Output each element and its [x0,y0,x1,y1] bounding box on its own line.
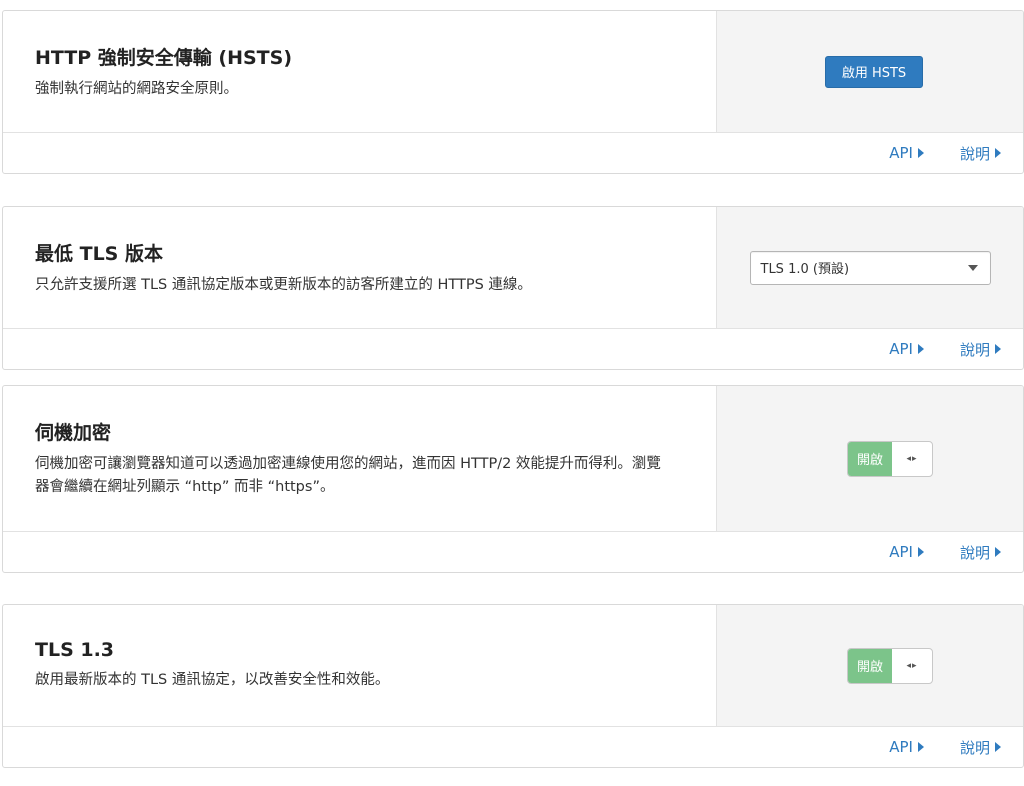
opportunistic-encryption-help-link[interactable]: 說明 [960,542,1001,563]
tls13-description: 啟用最新版本的 TLS 通訊協定，以改善安全性和效能。 [35,672,390,688]
tls13-help-label: 說明 [959,738,990,757]
enable-hsts-button[interactable]: 啟用 HSTS [824,55,924,88]
min-tls-description: 只允許支援所選 TLS 通訊協定版本或更新版本的訪客所建立的 HTTPS 連線。 [35,276,532,293]
opportunistic-encryption-description: 伺機加密可讓瀏覽器知道可以透過加密連線使用您的網站，進而因 HTTP/2 效能提… [35,456,661,495]
hsts-title: HTTP 強制安全傳輸 (HSTS) [35,46,293,69]
tls13-card-body: TLS 1.3 啟用最新版本的 TLS 通訊協定，以改善安全性和效能。 開啟 ◂… [3,605,1023,727]
min-tls-footer: API 說明 [3,329,1023,369]
toggle-on-label: 開啟 [848,441,892,476]
min-tls-version-value: TLS 1.0 (預設) [760,262,850,277]
hsts-card-main: HTTP 強制安全傳輸 (HSTS) 強制執行網站的網路安全原則。 [3,11,716,132]
opportunistic-encryption-toggle[interactable]: 開啟 ◂▸ [847,440,933,477]
caret-right-icon [995,547,1001,557]
min-tls-api-link[interactable]: API [889,340,924,358]
caret-right-icon [917,148,924,158]
chevron-down-icon [967,264,978,271]
min-tls-card-main: 最低 TLS 版本 只允許支援所選 TLS 通訊協定版本或更新版本的訪客所建立的… [3,207,716,328]
caret-right-icon [995,742,1001,752]
hsts-api-label: API [889,144,913,162]
min-tls-version-select[interactable]: TLS 1.0 (預設) [749,250,991,285]
hsts-footer: API 說明 [3,133,1023,173]
opportunistic-encryption-card-body: 伺機加密 伺機加密可讓瀏覽器知道可以透過加密連線使用您的網站，進而因 HTTP/… [3,386,1023,532]
opportunistic-encryption-card-main: 伺機加密 伺機加密可讓瀏覽器知道可以透過加密連線使用您的網站，進而因 HTTP/… [3,386,716,531]
min-tls-control-panel: TLS 1.0 (預設) [716,207,1023,328]
toggle-handle-icon[interactable]: ◂▸ [892,442,932,476]
min-tls-help-label: 說明 [959,340,990,359]
caret-right-icon [995,344,1001,354]
tls13-api-link[interactable]: API [889,738,924,756]
hsts-card-body: HTTP 強制安全傳輸 (HSTS) 強制執行網站的網路安全原則。 啟用 HST… [3,11,1023,133]
tls13-card: TLS 1.3 啟用最新版本的 TLS 通訊協定，以改善安全性和效能。 開啟 ◂… [2,604,1024,768]
opportunistic-encryption-help-label: 說明 [959,543,990,562]
min-tls-title: 最低 TLS 版本 [35,242,163,265]
min-tls-card: 最低 TLS 版本 只允許支援所選 TLS 通訊協定版本或更新版本的訪客所建立的… [2,206,1024,370]
opportunistic-encryption-api-label: API [889,543,913,561]
opportunistic-encryption-control-panel: 開啟 ◂▸ [716,386,1023,531]
hsts-help-label: 說明 [959,144,990,163]
hsts-card: HTTP 強制安全傳輸 (HSTS) 強制執行網站的網路安全原則。 啟用 HST… [2,10,1024,174]
toggle-handle-icon[interactable]: ◂▸ [892,649,932,683]
opportunistic-encryption-title: 伺機加密 [35,422,112,444]
tls13-control-panel: 開啟 ◂▸ [716,605,1023,726]
tls13-footer: API 說明 [3,727,1023,767]
tls13-api-label: API [889,738,913,756]
min-tls-help-link[interactable]: 說明 [960,339,1001,360]
caret-right-icon [917,344,924,354]
opportunistic-encryption-card: 伺機加密 伺機加密可讓瀏覽器知道可以透過加密連線使用您的網站，進而因 HTTP/… [2,385,1024,573]
min-tls-api-label: API [889,340,913,358]
toggle-on-label: 開啟 [848,648,892,683]
hsts-api-link[interactable]: API [889,144,924,162]
tls13-toggle[interactable]: 開啟 ◂▸ [847,647,933,684]
tls13-help-link[interactable]: 說明 [960,737,1001,758]
tls13-card-main: TLS 1.3 啟用最新版本的 TLS 通訊協定，以改善安全性和效能。 [3,605,716,726]
caret-right-icon [917,547,924,557]
hsts-description: 強制執行網站的網路安全原則。 [35,80,238,97]
caret-right-icon [917,742,924,752]
hsts-control-panel: 啟用 HSTS [716,11,1023,132]
opportunistic-encryption-api-link[interactable]: API [889,543,924,561]
opportunistic-encryption-footer: API 說明 [3,532,1023,572]
tls13-title: TLS 1.3 [35,639,115,661]
caret-right-icon [995,148,1001,158]
hsts-help-link[interactable]: 說明 [960,143,1001,164]
min-tls-card-body: 最低 TLS 版本 只允許支援所選 TLS 通訊協定版本或更新版本的訪客所建立的… [3,207,1023,329]
